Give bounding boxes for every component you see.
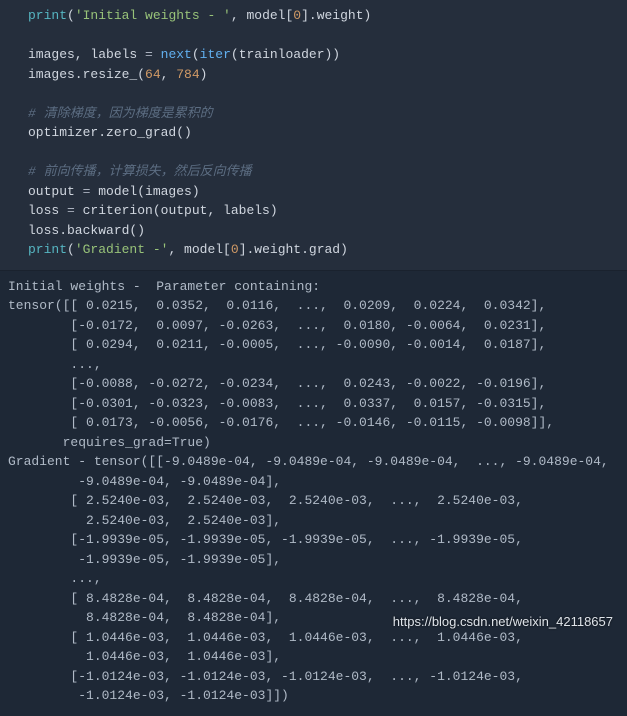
function-call: iter: [200, 47, 231, 62]
output-line: tensor([[ 0.0215, 0.0352, 0.0116, ..., 0…: [8, 296, 623, 316]
code-line: # 前向传播，计算损失，然后反向传播: [6, 162, 621, 182]
output-line: -9.0489e-04, -9.0489e-04],: [8, 472, 623, 492]
output-line: requires_grad=True): [8, 433, 623, 453]
blank-line: [6, 84, 621, 104]
output-line: [ 1.0446e-03, 1.0446e-03, 1.0446e-03, ..…: [8, 628, 623, 648]
output-line: [-1.0124e-03, -1.0124e-03, -1.0124e-03, …: [8, 667, 623, 687]
code-line: images, labels = next(iter(trainloader)): [6, 45, 621, 65]
code-text: model(images): [98, 184, 199, 199]
paren: (: [192, 47, 200, 62]
function-call: next: [161, 47, 192, 62]
code-text: images.resize_(: [28, 67, 145, 82]
code-text: , model[: [168, 242, 230, 257]
print-keyword: print: [28, 8, 67, 23]
code-line: optimizer.zero_grad(): [6, 123, 621, 143]
comment: # 清除梯度，因为梯度是累积的: [28, 106, 213, 121]
output-line: [ 0.0173, -0.0056, -0.0176, ..., -0.0146…: [8, 413, 623, 433]
output-line: Initial weights - Parameter containing:: [8, 277, 623, 297]
code-text: ,: [161, 67, 177, 82]
number-literal: 0: [293, 8, 301, 23]
output-line: ...,: [8, 355, 623, 375]
output-line: -1.0124e-03, -1.0124e-03]]): [8, 686, 623, 706]
code-text: ): [200, 67, 208, 82]
number-literal: 64: [145, 67, 161, 82]
code-line: loss = criterion(output, labels): [6, 201, 621, 221]
operator: =: [83, 184, 99, 199]
code-line: # 清除梯度，因为梯度是累积的: [6, 104, 621, 124]
code-text: images, labels: [28, 47, 145, 62]
code-line: print('Initial weights - ', model[0].wei…: [6, 6, 621, 26]
output-line: [-0.0301, -0.0323, -0.0083, ..., 0.0337,…: [8, 394, 623, 414]
output-line: ...,: [8, 569, 623, 589]
comment: # 前向传播，计算损失，然后反向传播: [28, 164, 252, 179]
operator: =: [145, 47, 161, 62]
print-keyword: print: [28, 242, 67, 257]
output-block: Initial weights - Parameter containing: …: [0, 271, 627, 716]
output-line: Gradient - tensor([[-9.0489e-04, -9.0489…: [8, 452, 623, 472]
operator: =: [67, 203, 83, 218]
output-line: [ 8.4828e-04, 8.4828e-04, 8.4828e-04, ..…: [8, 589, 623, 609]
number-literal: 784: [176, 67, 199, 82]
output-line: [-1.9939e-05, -1.9939e-05, -1.9939e-05, …: [8, 530, 623, 550]
code-text: , model[: [231, 8, 293, 23]
code-text: loss.backward(): [28, 223, 145, 238]
output-line: [-0.0088, -0.0272, -0.0234, ..., 0.0243,…: [8, 374, 623, 394]
code-text: (trainloader)): [231, 47, 340, 62]
number-literal: 0: [231, 242, 239, 257]
code-line: print('Gradient -', model[0].weight.grad…: [6, 240, 621, 260]
code-text: loss: [28, 203, 67, 218]
output-line: [ 0.0294, 0.0211, -0.0005, ..., -0.0090,…: [8, 335, 623, 355]
code-block: print('Initial weights - ', model[0].wei…: [0, 0, 627, 271]
code-text: optimizer.zero_grad(): [28, 125, 192, 140]
code-text: criterion(output, labels): [83, 203, 278, 218]
code-text: ].weight): [301, 8, 371, 23]
output-line: [ 2.5240e-03, 2.5240e-03, 2.5240e-03, ..…: [8, 491, 623, 511]
output-line: 1.0446e-03, 1.0446e-03],: [8, 647, 623, 667]
code-line: images.resize_(64, 784): [6, 65, 621, 85]
code-line: loss.backward(): [6, 221, 621, 241]
output-line: -1.9939e-05, -1.9939e-05],: [8, 550, 623, 570]
output-line: 8.4828e-04, 8.4828e-04],: [8, 608, 623, 628]
blank-line: [6, 143, 621, 163]
string-literal: 'Gradient -': [75, 242, 169, 257]
code-text: ].weight.grad): [239, 242, 348, 257]
output-line: 2.5240e-03, 2.5240e-03],: [8, 511, 623, 531]
code-line: output = model(images): [6, 182, 621, 202]
string-literal: 'Initial weights - ': [75, 8, 231, 23]
output-line: [-0.0172, 0.0097, -0.0263, ..., 0.0180, …: [8, 316, 623, 336]
blank-line: [6, 26, 621, 46]
code-text: output: [28, 184, 83, 199]
